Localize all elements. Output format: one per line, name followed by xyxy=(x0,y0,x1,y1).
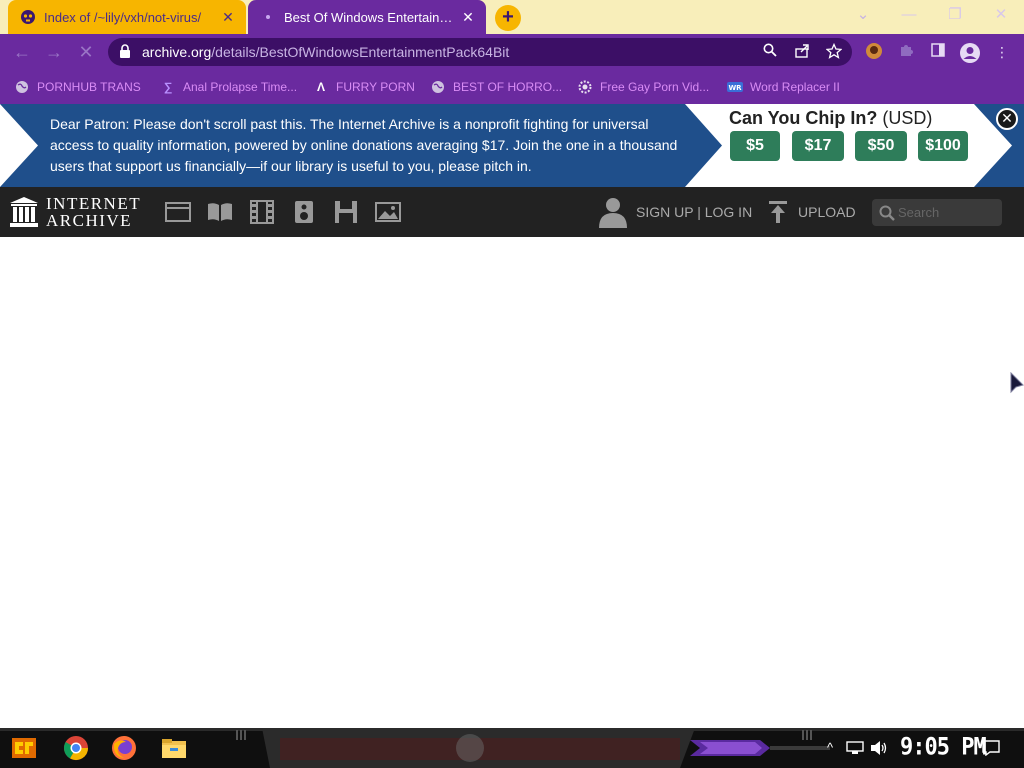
forward-arrow-icon[interactable]: → xyxy=(42,41,66,63)
bookmark-anal-prolapse[interactable]: ∑ Anal Prolapse Time... xyxy=(160,77,297,97)
svg-text:WR: WR xyxy=(728,84,742,92)
chevron-up-icon[interactable]: ^ xyxy=(827,740,833,755)
firefox-icon[interactable] xyxy=(110,734,138,762)
restore-button[interactable]: ❐ xyxy=(932,0,978,30)
file-explorer-icon[interactable] xyxy=(160,734,188,762)
upload-link[interactable]: UPLOAD xyxy=(768,196,856,228)
tab-title: Best Of Windows Entertainment Pack 64Bit xyxy=(284,9,458,25)
volume-icon[interactable] xyxy=(870,740,888,756)
bookmark-pornhub-trans[interactable]: PORNHUB TRANS xyxy=(14,77,141,97)
bookmark-word-replacer[interactable]: WR Word Replacer II xyxy=(727,77,840,97)
archive-search-box[interactable] xyxy=(872,199,1002,226)
start-icon[interactable] xyxy=(10,734,38,762)
tab-close-icon[interactable]: ✕ xyxy=(218,9,238,26)
banner-message: Dear Patron: Please don't scroll past th… xyxy=(50,116,678,174)
banner-close-icon[interactable]: ✕ xyxy=(996,108,1018,130)
upload-icon xyxy=(769,201,787,223)
chrome-menu-icon[interactable]: ⋮ xyxy=(991,42,1013,62)
bookmark-label: Anal Prolapse Time... xyxy=(183,80,298,94)
texts-icon[interactable] xyxy=(207,200,233,224)
sigma-icon: ∑ xyxy=(163,80,173,94)
side-panel-icon[interactable] xyxy=(927,42,949,62)
bookmark-furry-porn[interactable]: Λ FURRY PORN xyxy=(313,77,415,97)
new-tab-button[interactable]: + xyxy=(495,5,521,31)
skull-favicon-icon xyxy=(20,9,36,25)
internet-archive-logo[interactable]: INTERNET ARCHIVE xyxy=(10,194,140,230)
bookmark-label: Free Gay Porn Vid... xyxy=(600,80,710,94)
chip-in-title: Can You Chip In? (USD) xyxy=(729,108,932,129)
bookmark-label: Word Replacer II xyxy=(750,80,840,94)
share-icon[interactable] xyxy=(792,43,812,61)
tab-strip: Index of /~lily/vxh/not-virus/ ✕ Best Of… xyxy=(0,0,1024,34)
logo-text-archive: ARCHIVE xyxy=(46,211,133,230)
bookmark-label: BEST OF HORRO... xyxy=(453,80,563,94)
archive-building-icon xyxy=(10,197,38,227)
search-input[interactable] xyxy=(898,203,996,222)
globe-icon xyxy=(430,79,446,95)
chrome-icon[interactable] xyxy=(62,734,90,762)
lock-icon xyxy=(120,44,130,58)
donate-17-button[interactable]: $17 xyxy=(792,131,844,161)
archive-nav-bar: INTERNET ARCHIVE SIGN UP | LOG IN UPLOAD xyxy=(0,187,1024,237)
extension-avatar-icon[interactable] xyxy=(863,42,885,62)
notifications-icon[interactable] xyxy=(982,740,1000,756)
search-icon xyxy=(879,205,895,221)
tab-index-not-virus[interactable]: Index of /~lily/vxh/not-virus/ ✕ xyxy=(8,0,246,34)
a-logo-icon: Λ xyxy=(316,80,325,94)
url-host: archive.org xyxy=(142,44,212,60)
donate-100-button[interactable]: $100 xyxy=(918,131,968,161)
tab-best-of-windows[interactable]: Best Of Windows Entertainment Pack 64Bit… xyxy=(248,0,486,34)
sign-up-log-in-link[interactable]: SIGN UP | LOG IN xyxy=(598,196,752,228)
bookmarks-bar: PORNHUB TRANS ∑ Anal Prolapse Time... Λ … xyxy=(0,70,1024,104)
bookmark-label: PORNHUB TRANS xyxy=(37,80,141,94)
web-icon[interactable] xyxy=(165,200,191,224)
tab-search-dropdown-icon[interactable]: ⌄ xyxy=(840,0,886,30)
currency-label: (USD) xyxy=(882,108,933,128)
wr-icon: WR xyxy=(727,79,743,95)
window-close-button[interactable]: ✕ xyxy=(978,0,1024,30)
loading-dot-icon xyxy=(260,9,276,25)
bookmark-star-icon[interactable] xyxy=(824,42,844,61)
sign-up-log-in-label: SIGN UP | LOG IN xyxy=(636,204,753,220)
address-bar[interactable]: archive.org/details/BestOfWindowsEnterta… xyxy=(108,38,852,66)
url-text: archive.org/details/BestOfWindowsEnterta… xyxy=(142,44,509,60)
donation-banner: Dear Patron: Please don't scroll past th… xyxy=(0,104,1024,187)
bookmark-free-gay-porn[interactable]: Free Gay Porn Vid... xyxy=(577,77,709,97)
software-icon[interactable] xyxy=(333,200,359,224)
taskbar: ^ 9:05 PM xyxy=(0,728,1024,768)
network-icon[interactable] xyxy=(846,741,864,755)
minimize-button[interactable]: — xyxy=(886,0,932,30)
browser-toolbar: ← → ✕ archive.org/details/BestOfWindowsE… xyxy=(0,34,1024,70)
stop-loading-icon[interactable]: ✕ xyxy=(74,41,98,63)
profile-icon[interactable] xyxy=(959,42,981,63)
user-icon xyxy=(599,198,627,228)
mouse-cursor-icon xyxy=(1010,372,1024,394)
images-icon[interactable] xyxy=(375,200,401,224)
audio-icon[interactable] xyxy=(291,200,317,224)
extensions-puzzle-icon[interactable] xyxy=(895,42,917,62)
bookmark-best-of-horror[interactable]: BEST OF HORRO... xyxy=(430,77,562,97)
taskbar-clock[interactable]: 9:05 PM xyxy=(900,734,987,762)
tab-close-icon[interactable]: ✕ xyxy=(458,9,478,26)
search-icon[interactable] xyxy=(760,43,780,61)
upload-label: UPLOAD xyxy=(798,204,856,220)
chip-in-heading: Can You Chip In? xyxy=(729,108,878,128)
video-icon[interactable] xyxy=(249,200,275,224)
gear-skull-icon xyxy=(577,79,593,95)
globe-icon xyxy=(14,79,30,95)
page-content xyxy=(0,237,1024,728)
tab-title: Index of /~lily/vxh/not-virus/ xyxy=(44,9,202,25)
donate-50-button[interactable]: $50 xyxy=(855,131,907,161)
back-arrow-icon[interactable]: ← xyxy=(10,41,34,63)
donate-5-button[interactable]: $5 xyxy=(730,131,780,161)
url-path: /details/BestOfWindowsEntertainmentPack6… xyxy=(211,44,510,60)
bookmark-label: FURRY PORN xyxy=(336,80,415,94)
